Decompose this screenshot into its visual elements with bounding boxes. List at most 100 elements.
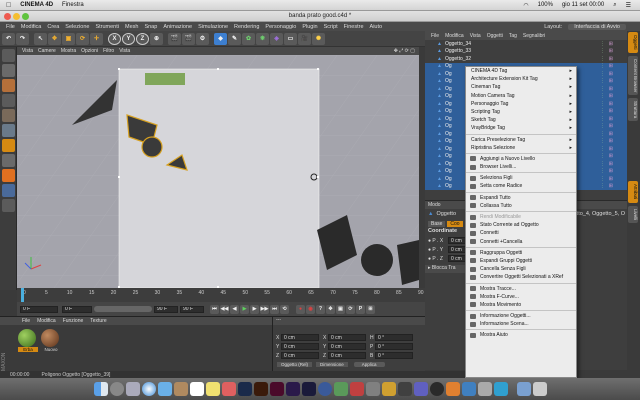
scale-icon[interactable]: ▣	[62, 32, 75, 45]
coord-position-field[interactable]	[281, 334, 319, 341]
object-row-tag-icon[interactable]: ⊞	[609, 131, 613, 137]
pla-key-icon[interactable]: ⊞	[366, 304, 375, 314]
context-menu-item[interactable]: Stato Corrente ad Oggetto	[466, 221, 576, 229]
rotation-key-icon[interactable]: ⟳	[346, 304, 355, 314]
notification-icon[interactable]: ☰	[626, 2, 631, 9]
light-icon[interactable]: ✺	[312, 32, 325, 45]
apple-icon[interactable]: 	[6, 2, 11, 9]
material-erba[interactable]: Erba	[18, 329, 38, 352]
coord-rotation-field[interactable]	[375, 334, 413, 341]
context-menu-item[interactable]: Cineman Tag ▸	[466, 83, 576, 91]
side-tab-struttura[interactable]: Struttura	[628, 98, 638, 122]
menu-simulazione[interactable]: Simulazione	[198, 24, 228, 30]
next-key-icon[interactable]: ▶▶	[260, 304, 269, 314]
context-menu-item[interactable]: Architecture Extension Kit Tag ▸	[466, 75, 576, 83]
mat-menu-modifica[interactable]: Modifica	[37, 318, 56, 324]
object-row-tag-icon[interactable]: ⊞	[609, 48, 613, 54]
attr-coord-value[interactable]	[448, 237, 466, 244]
mail-icon[interactable]	[157, 382, 172, 396]
object-row-visibility-icon[interactable]: ⋮	[600, 161, 605, 167]
end-frame-field[interactable]	[154, 305, 178, 313]
viewport-menu-filtro[interactable]: Filtro	[103, 48, 114, 54]
photoshop-icon[interactable]	[237, 382, 252, 396]
side-tab-livelli[interactable]: Livelli	[628, 205, 638, 223]
menu-rendering[interactable]: Rendering	[234, 24, 259, 30]
coord-size-field[interactable]	[328, 352, 366, 359]
side-tab-attributi[interactable]: Attributi	[628, 181, 638, 203]
menu-selezione[interactable]: Selezione	[65, 24, 89, 30]
premiere-icon[interactable]	[285, 382, 300, 396]
object-row-tag-icon[interactable]: ⊞	[609, 71, 613, 77]
context-menu-item[interactable]: Convertire Oggetti Selezionati a XRef	[466, 273, 576, 281]
keyframe-selection-icon[interactable]: ?	[316, 304, 325, 314]
photos-icon[interactable]	[221, 382, 236, 396]
context-menu-item[interactable]: Informazione Scena...	[466, 320, 576, 328]
context-menu-item[interactable]: Cancella Senza Figli	[466, 265, 576, 273]
menu-modifica[interactable]: Modifica	[21, 24, 41, 30]
context-menu-item[interactable]: Setta come Radice	[466, 182, 576, 190]
menu-mesh[interactable]: Mesh	[125, 24, 138, 30]
start-frame-field[interactable]	[62, 305, 92, 313]
app-icon-6[interactable]	[413, 382, 428, 396]
object-row-visibility-icon[interactable]: ⋮	[600, 78, 605, 84]
object-row-tag-icon[interactable]: ⊞	[609, 108, 613, 114]
object-row-tag-icon[interactable]: ⊞	[609, 93, 613, 99]
app-icon-5[interactable]	[397, 382, 412, 396]
viewport-nav-icons[interactable]: ✥ ⤢ ⟳ ▢	[394, 48, 415, 54]
attr-tab-coord[interactable]: Coo	[447, 220, 463, 227]
y-axis-lock[interactable]: Y	[122, 32, 135, 45]
object-row-visibility-icon[interactable]: ⋮	[600, 116, 605, 122]
goto-end-icon[interactable]: ⏭	[270, 304, 279, 314]
object-row-visibility-icon[interactable]: ⋮	[600, 146, 605, 152]
menu-crea[interactable]: Crea	[47, 24, 59, 30]
cube-icon[interactable]: ◆	[214, 32, 227, 45]
context-menu-item[interactable]: Mostra Aiuto	[466, 331, 576, 339]
context-menu-item[interactable]: Connetti +Cancella	[466, 238, 576, 246]
object-row-visibility-icon[interactable]: ⋮	[600, 41, 605, 47]
app-icon-10[interactable]	[493, 382, 508, 396]
viewport-menu-vista-2[interactable]: Vista	[119, 48, 130, 54]
minimize-window-button[interactable]	[13, 13, 20, 20]
context-menu-item[interactable]: Sketch Tag ▸	[466, 116, 576, 124]
object-row-visibility-icon[interactable]: ⋮	[600, 131, 605, 137]
attr-tab-base[interactable]: Base	[428, 220, 446, 227]
context-menu-item[interactable]: Seleziona Figli	[466, 174, 576, 182]
floor-icon[interactable]: ▭	[284, 32, 297, 45]
render-picture-viewer-icon[interactable]: 🎬	[182, 32, 195, 45]
tweak-mode-icon[interactable]	[2, 169, 15, 182]
menu-strumenti[interactable]: Strumenti	[95, 24, 119, 30]
om-menu-vista[interactable]: Vista	[470, 33, 481, 39]
goto-start-icon[interactable]: ⏮	[210, 304, 219, 314]
mat-menu-file[interactable]: File	[22, 318, 30, 324]
zoom-window-button[interactable]	[22, 13, 29, 20]
x-axis-lock[interactable]: X	[108, 32, 121, 45]
prev-key-icon[interactable]: ◀◀	[220, 304, 229, 314]
close-window-button[interactable]	[4, 13, 11, 20]
app-icon-1[interactable]	[333, 382, 348, 396]
context-menu-item[interactable]: Collassa Tutto	[466, 202, 576, 210]
attr-coord-value[interactable]	[448, 246, 466, 253]
attr-mode-menu[interactable]: Modo	[428, 202, 441, 208]
menu-personaggio[interactable]: Personaggio	[265, 24, 296, 30]
illustrator-icon[interactable]	[253, 382, 268, 396]
snap-icon[interactable]	[2, 184, 15, 197]
edges-mode-icon[interactable]	[2, 124, 15, 137]
object-row-tag-icon[interactable]: ⊞	[609, 101, 613, 107]
timeline-playhead[interactable]	[21, 288, 24, 302]
subdivision-icon[interactable]: ✿	[242, 32, 255, 45]
object-row-tag-icon[interactable]: ⊞	[609, 153, 613, 159]
timeline[interactable]: 0 5 10 15 20 25 30 35 40 45 50 55 60 65 70 75 80 85 90	[17, 288, 425, 302]
menu-plugin[interactable]: Plugin	[302, 24, 317, 30]
mat-menu-texture[interactable]: Texture	[90, 318, 106, 324]
attr-coord-value[interactable]	[448, 255, 466, 262]
menu-script[interactable]: Script	[324, 24, 338, 30]
trash-icon[interactable]	[532, 382, 547, 396]
object-row-tag-icon[interactable]: ⊞	[609, 168, 613, 174]
loop-icon[interactable]: ⟲	[280, 304, 289, 314]
clock[interactable]: gio 11 set 00:00	[562, 2, 604, 8]
object-row-visibility-icon[interactable]: ⋮	[600, 63, 605, 69]
context-menu-item[interactable]: Browser Livelli...	[466, 163, 576, 171]
coord-size-field[interactable]	[328, 334, 366, 341]
menu-snap[interactable]: Snap	[144, 24, 157, 30]
object-row-visibility-icon[interactable]: ⋮	[600, 93, 605, 99]
